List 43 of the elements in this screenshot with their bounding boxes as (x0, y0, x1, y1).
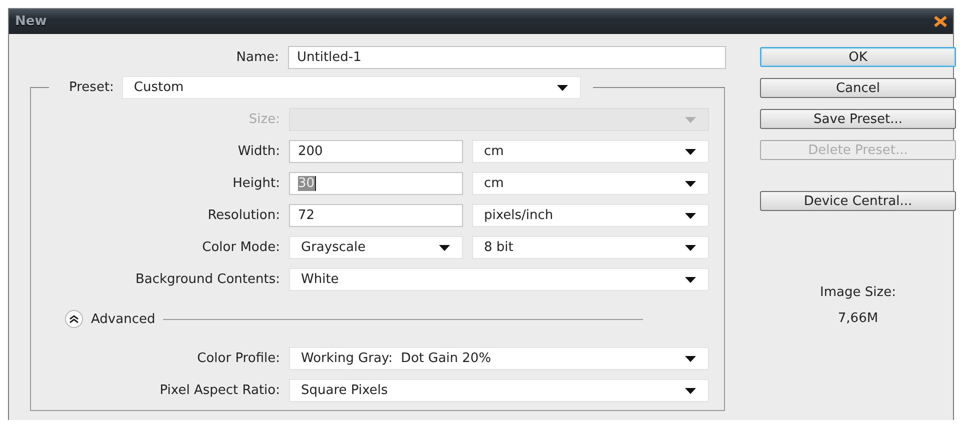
caret-icon (685, 388, 696, 394)
field-label: Pixel Aspect Ratio: (158, 383, 280, 398)
close-button[interactable] (934, 16, 947, 27)
caret-icon (556, 84, 568, 90)
field-label: Width: (236, 144, 280, 159)
caret-icon (685, 116, 696, 122)
dropdown[interactable]: Custom (122, 76, 581, 99)
dialog-button[interactable]: Cancel (760, 78, 956, 98)
dropdown[interactable]: Square Pixels (289, 379, 709, 402)
field-label: Name: (235, 50, 279, 65)
dropdown[interactable]: Grayscale (289, 236, 463, 259)
dropdown[interactable]: pixels/inch (472, 204, 709, 227)
image-size-value: 7,66M (836, 311, 880, 326)
caret-icon (439, 244, 450, 250)
caret-icon (685, 276, 696, 282)
field-label: Height: (232, 176, 280, 191)
caret-icon (685, 356, 696, 362)
window-title: New (15, 14, 47, 29)
caret-icon (685, 212, 696, 218)
caret-icon (685, 180, 696, 186)
dialog-button[interactable]: Save Preset... (760, 109, 956, 129)
dropdown[interactable]: Working Gray: Dot Gain 20% (289, 347, 709, 370)
caret-icon (685, 148, 696, 154)
field-label: Preset: (68, 80, 114, 95)
caret-icon (685, 244, 696, 250)
field-label: Size: (248, 112, 280, 127)
close-icon (934, 16, 947, 27)
image-size-label: Image Size: (819, 285, 897, 300)
field-label: Background Contents: (134, 272, 280, 287)
dropdown[interactable]: cm (472, 140, 709, 163)
field-label: Color Profile: (196, 351, 280, 366)
field-label: Color Mode: (201, 240, 280, 255)
field-label: Resolution: (206, 208, 280, 223)
dialog-button[interactable]: OK (760, 47, 956, 67)
dialog-button[interactable]: Device Central... (760, 191, 956, 211)
dropdown[interactable]: White (289, 268, 709, 291)
dropdown[interactable]: cm (472, 172, 709, 195)
input-field[interactable]: 72 (289, 204, 463, 227)
chevron-icon (65, 310, 83, 328)
input-field[interactable]: Untitled-1 (288, 46, 726, 69)
dropdown[interactable]: 8 bit (472, 236, 709, 259)
advanced-toggle[interactable]: Advanced (65, 310, 156, 328)
input-field[interactable]: 200 (289, 140, 463, 163)
